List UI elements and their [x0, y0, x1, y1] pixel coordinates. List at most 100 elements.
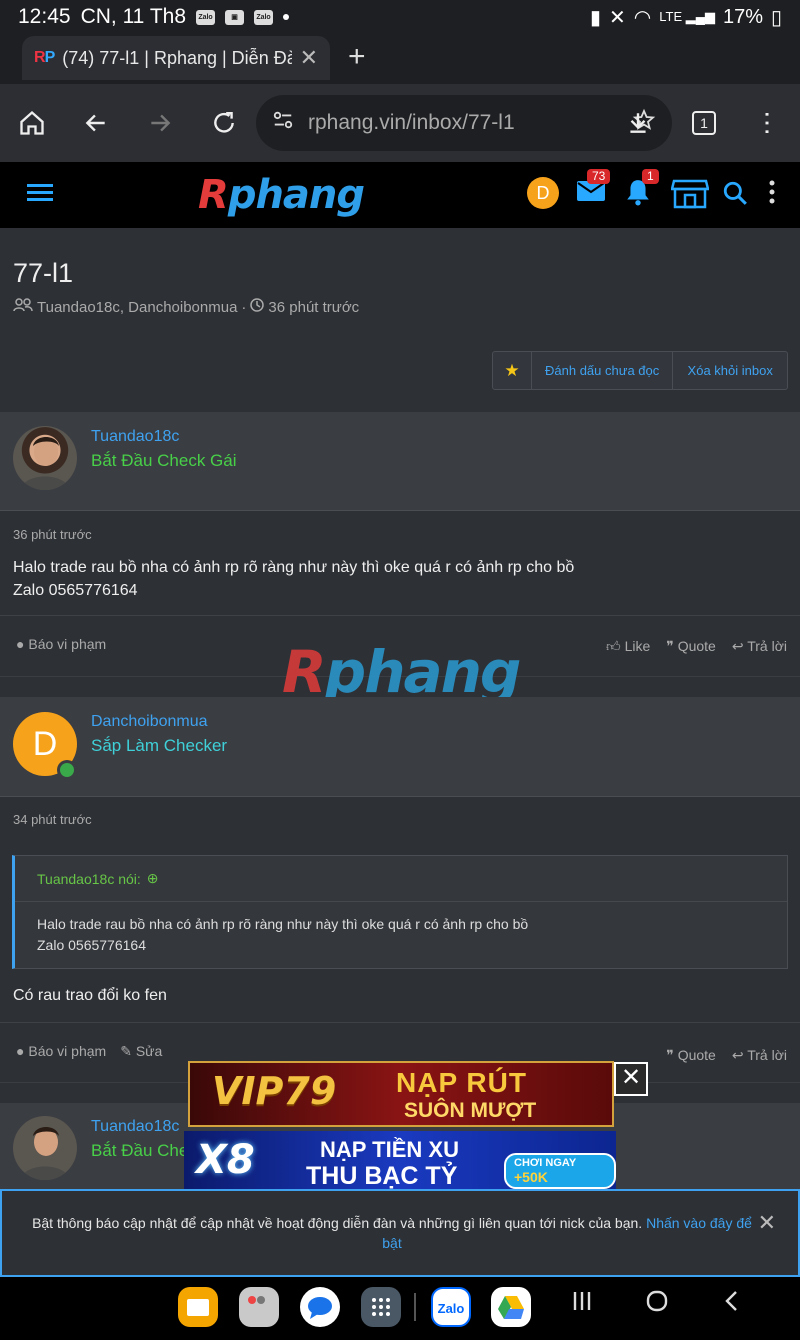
quote-icon: ❞	[666, 638, 674, 654]
thread-meta: Tuandao18c, Danchoibonmua · 36 phút trướ…	[13, 298, 359, 316]
forward-button[interactable]	[128, 91, 192, 155]
post-time[interactable]: 34 phút trước	[13, 812, 92, 827]
reply-button[interactable]: ↩ Trả lời	[732, 638, 787, 655]
dismiss-notice-icon[interactable]: ✕	[758, 1212, 776, 1234]
messages-app-icon[interactable]	[300, 1287, 340, 1327]
thumbs-up-icon: 👍︎	[606, 638, 621, 654]
ad-brand: VIP79	[212, 1069, 337, 1113]
store-icon[interactable]	[670, 177, 710, 214]
user-avatar[interactable]: D	[527, 177, 559, 209]
message-post: D Danchoibonmua Sắp Làm Checker 34 phút …	[0, 697, 800, 1083]
site-settings-icon[interactable]	[272, 109, 294, 137]
browser-tab-strip: RP (74) 77-l1 | Rphang | Diễn Đàn ✕ +	[0, 34, 800, 84]
reply-button[interactable]: ↩ Trả lời	[732, 1047, 787, 1064]
x8-ad-banner[interactable]: X8 NẠP TIỀN XU THU BẠC TỶ CHƠI NGAY +50K	[184, 1131, 616, 1189]
url-text: rphang.vin/inbox/77-l1	[308, 111, 515, 134]
participants-icon	[13, 298, 33, 316]
gallery-notification-icon: ▣	[225, 9, 245, 25]
close-ad-button[interactable]: ✕	[614, 1062, 648, 1096]
site-logo[interactable]: Rphang	[198, 172, 365, 218]
alerts-badge: 1	[642, 169, 659, 184]
online-status-icon	[57, 760, 77, 780]
quote-body: Halo trade rau bồ nha có ảnh rp rõ ràng …	[15, 902, 787, 968]
mute-icon: ✕	[609, 6, 626, 29]
watermark-logo: Rphang	[282, 638, 521, 706]
browser-tab[interactable]: RP (74) 77-l1 | Rphang | Diễn Đàn ✕	[22, 36, 330, 80]
go-to-quote-icon[interactable]: ⊕	[147, 870, 159, 887]
app-drawer-icon[interactable]	[361, 1287, 401, 1327]
home-nav-button[interactable]	[645, 1289, 669, 1318]
reload-icon	[214, 112, 234, 133]
download-button[interactable]	[606, 91, 670, 155]
more-vert-icon: ⋯	[753, 110, 783, 136]
like-button[interactable]: 👍︎ Like	[606, 638, 650, 655]
recent-apps-button[interactable]	[570, 1289, 594, 1318]
post-body: Có rau trao đổi ko fen	[13, 987, 167, 1004]
ad-headline: NẠP RÚT	[396, 1067, 527, 1098]
date: CN, 11 Th8	[80, 5, 187, 28]
android-taskbar: Zalo	[0, 1277, 800, 1340]
post-user-info: Tuandao18c Bắt Đầu Check Gái	[0, 413, 800, 511]
back-nav-button[interactable]	[720, 1289, 744, 1318]
tab-title: (74) 77-l1 | Rphang | Diễn Đàn	[62, 47, 292, 68]
avatar[interactable]	[13, 1116, 77, 1180]
battery-icon: ▯	[770, 6, 782, 29]
quote-button[interactable]: ❞ Quote	[666, 1047, 716, 1064]
battery-level: 17%	[722, 5, 763, 28]
new-tab-button[interactable]: +	[348, 40, 366, 74]
reload-button[interactable]	[192, 91, 256, 155]
post-time[interactable]: 36 phút trước	[13, 527, 92, 542]
remove-inbox-button[interactable]: Xóa khỏi inbox	[673, 352, 787, 389]
reply-icon: ↩	[731, 638, 744, 654]
search-icon[interactable]	[722, 180, 748, 211]
quote-line: Zalo 0565776164	[37, 937, 146, 953]
edit-button[interactable]: ✎ Sửa	[120, 1043, 162, 1060]
username-link[interactable]: Tuandao18c	[91, 1118, 179, 1136]
post-body-line: Halo trade rau bồ nha có ảnh rp rõ ràng …	[13, 559, 575, 576]
mark-unread-button[interactable]: Đánh dấu chưa đọc	[532, 352, 674, 389]
app-folder-icon[interactable]	[239, 1287, 279, 1327]
alert-icon: ●	[16, 1043, 25, 1059]
ad-cta-button[interactable]: CHƠI NGAY +50K	[504, 1153, 616, 1189]
browser-menu-button[interactable]: ⋯	[736, 91, 800, 155]
star-button[interactable]: ★	[493, 352, 532, 389]
quote-button[interactable]: ❞ Quote	[666, 638, 716, 655]
reply-icon: ↩	[731, 1047, 744, 1063]
participants-list[interactable]: Tuandao18c, Danchoibonmua	[37, 299, 237, 316]
close-tab-icon[interactable]: ✕	[300, 45, 318, 71]
android-status-bar: 12:45 CN, 11 Th8 Zalo ▣ Zalo ▮ ✕ ◠ LTE ▂…	[0, 0, 800, 34]
my-files-app-icon[interactable]	[178, 1287, 218, 1327]
quote-header[interactable]: Tuandao18c nói: ⊕	[15, 856, 787, 902]
more-options-icon[interactable]	[769, 180, 775, 209]
report-button[interactable]: ● Báo vi phạm	[16, 1043, 106, 1060]
home-button[interactable]	[0, 91, 64, 155]
vip79-ad-banner[interactable]: VIP79 NẠP RÚT SUÔN MƯỢT	[188, 1061, 614, 1127]
user-title: Bắt Đầu Check Gái	[91, 451, 237, 470]
back-button[interactable]	[64, 91, 128, 155]
post-body-line: Zalo 0565776164	[13, 582, 138, 599]
pencil-icon: ✎	[120, 1043, 132, 1059]
back-arrow-icon	[85, 114, 105, 132]
star-icon: ★	[504, 360, 520, 380]
site-header: Rphang D 73 1	[0, 162, 800, 228]
avatar[interactable]	[13, 426, 77, 490]
clock: 12:45	[18, 5, 71, 28]
alert-icon: ●	[16, 636, 25, 652]
username-link[interactable]: Tuandao18c	[91, 428, 179, 446]
page-title: 77-l1	[13, 258, 74, 288]
user-title: Bắt Đầu Che	[91, 1141, 189, 1160]
hamburger-menu-icon[interactable]	[27, 182, 53, 209]
ad-subline: SUÔN MƯỢT	[404, 1099, 537, 1122]
zalo-notification-icon: Zalo	[196, 9, 216, 25]
google-drive-app-icon[interactable]	[491, 1287, 531, 1327]
report-button[interactable]: ● Báo vi phạm	[16, 636, 106, 652]
username-link[interactable]: Danchoibonmua	[91, 713, 208, 731]
quote-block: Tuandao18c nói: ⊕ Halo trade rau bồ nha …	[12, 855, 788, 969]
thread-time: 36 phút trước	[268, 298, 360, 316]
battery-saver-icon: ▮	[590, 6, 602, 29]
download-icon	[630, 113, 646, 133]
tab-switcher-button[interactable]: 1	[672, 91, 736, 155]
zalo-app-icon[interactable]: Zalo	[431, 1287, 471, 1327]
more-notifications-dot	[283, 14, 290, 20]
home-icon	[20, 110, 44, 135]
